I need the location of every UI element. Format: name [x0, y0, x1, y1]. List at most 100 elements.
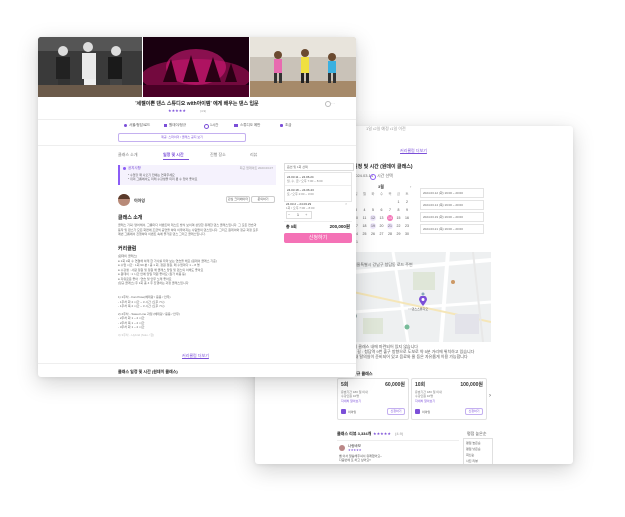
option-time: 토 / 오후 2:00 ~ 3:00	[287, 192, 314, 196]
more-icon[interactable]: ⋯	[331, 101, 335, 106]
intro-body: 클래스 기획: 영어해서, 그룹마다 이벤트와 테스트 방식 보이며 상당한 유…	[118, 223, 274, 237]
tab-intro[interactable]: 클래스 소개	[118, 152, 138, 158]
package-apply-button[interactable]: 신청하기	[387, 408, 405, 415]
schedule-section-title: 일정 및 시간 (원데이 클래스)	[353, 164, 413, 170]
package-more-link[interactable]: 자세히 알아보기	[415, 399, 435, 403]
chip-studio: 스튜디오 에반	[240, 123, 261, 127]
calendar-day[interactable]: 8	[396, 207, 402, 213]
calendar-weekday: 금	[396, 192, 401, 196]
address-line: 서울특별시 강남구 청담동 로드 주변	[353, 262, 413, 267]
intro-line: 클래스 기획: 영어해서, 그룹마다 이벤트와 테스트 방식 보이며 상당한 유…	[118, 223, 257, 227]
package-count: 10회	[415, 382, 426, 388]
package-capacity: 수강인원 10명	[415, 394, 433, 398]
intro-title: 클래스 소개	[118, 215, 143, 221]
calendar-day[interactable]: 29	[396, 231, 402, 237]
map-pin-icon	[419, 296, 427, 306]
calendar-day[interactable]: 13	[379, 215, 385, 221]
chip-type: 원데이/정규	[169, 123, 187, 127]
minus-icon[interactable]: −	[288, 212, 290, 218]
map-pin-label: ○○댄스스튜디오	[408, 307, 429, 311]
tab-schedule[interactable]: 일정 및 시간	[163, 152, 184, 158]
front-page-card: '세젤이쁜 댄스 스튜디오 with아이템' 에게 배우는 댄스 입문 ⋯ ★★…	[38, 37, 356, 377]
package-host: 이아잉	[422, 410, 431, 414]
option-select[interactable]: 옵션 및 1회 선택	[284, 163, 354, 171]
calendar-day[interactable]: 7	[387, 207, 393, 213]
calendar-day[interactable]: 9	[404, 207, 410, 213]
calendar-day[interactable]: 4	[362, 207, 368, 213]
package-card[interactable]: 10회 100,000원 유효기간 180 일 이내 수강인원 10명 자세히 …	[411, 378, 487, 420]
calendar-day[interactable]: 28	[387, 231, 393, 237]
apply-button[interactable]: 신청하기	[284, 233, 352, 243]
curriculum-more-link[interactable]: 커리큘럼 더보기	[400, 148, 427, 153]
calendar-day[interactable]: 22	[396, 223, 402, 229]
calendar-day[interactable]: 30	[404, 231, 410, 237]
tab-place[interactable]: 진행 장소	[210, 152, 226, 158]
package-more-link[interactable]: 자세히 알아보기	[341, 399, 361, 403]
calendar-day[interactable]: 14	[387, 215, 393, 221]
package-count: 5회	[341, 382, 349, 388]
divider	[284, 221, 352, 222]
calendar-day[interactable]: 25	[362, 231, 368, 237]
calendar-weekday: 수	[379, 192, 384, 196]
calendar-weekday: 월	[362, 192, 367, 196]
calendar-day[interactable]: 16	[404, 215, 410, 221]
inquiry-button[interactable]: 문의하기	[251, 196, 275, 203]
calendar-day[interactable]: 1	[396, 199, 402, 205]
calendar-day[interactable]: 2	[404, 199, 410, 205]
calendar-icon	[164, 124, 167, 127]
package-host: 이아잉	[348, 410, 357, 414]
calendar-day[interactable]: 23	[404, 223, 410, 229]
quantity-value: 1	[297, 213, 299, 217]
package-price: 100,000원	[460, 382, 483, 388]
calendar-day[interactable]: 19	[370, 223, 376, 229]
sort-select[interactable]: 평점 높은순	[467, 431, 487, 436]
follow-button[interactable]: 관심 크리에이터	[226, 196, 250, 203]
calendar-day[interactable]: 26	[370, 231, 376, 237]
time-slot[interactable]: 2024.03.21 (목) 19:00 ~ 20:00	[420, 224, 484, 234]
level-icon	[280, 124, 283, 127]
curriculum-title: 커리큘럼	[118, 246, 137, 252]
calendar-month: 3월	[378, 184, 384, 189]
host-avatar[interactable]	[118, 194, 130, 206]
time-slot[interactable]: 2024.03.19 (화) 19:00 ~ 20:00	[420, 212, 484, 222]
time-tab[interactable]: 시간 선택	[377, 173, 393, 178]
remove-icon[interactable]: ×	[345, 201, 347, 206]
calendar-day[interactable]: 20	[379, 223, 385, 229]
quantity-stepper[interactable]: − 1 +	[286, 211, 312, 219]
calendar-day[interactable]: 21	[387, 223, 393, 229]
tab-active-indicator	[163, 159, 189, 160]
time-slot[interactable]: 2024.03.14 (목) 19:00 ~ 20:00	[420, 200, 484, 210]
notice-date: 최근 업데이트 2023.03.07	[239, 166, 273, 170]
bottom-schedule-title: 클래스 일정 및 시간 (원데이 클래스)	[118, 369, 178, 374]
curriculum-more-link[interactable]: 커리큘럼 더보기	[182, 353, 209, 359]
calendar-weekday: 목	[388, 192, 392, 196]
package-card[interactable]: 5회 60,000원 유효기간 180 일 이내 수강인원 10명 자세히 알아…	[337, 378, 409, 420]
selected-time: 1회 / 오후 7:00 ~ 8:00	[286, 206, 315, 210]
calendar-day[interactable]: 18	[362, 223, 368, 229]
calendar-day[interactable]: 12	[370, 215, 376, 221]
calendar: ‹ 3월 › 일월화수목금토12345678910111213141516171…	[353, 184, 413, 244]
notice-line: * 취미 그룹에서도 미래 수강생을 미리 뵙 수 있어 좋아요	[128, 177, 198, 181]
package-apply-button[interactable]: 신청하기	[465, 408, 483, 415]
calendar-day[interactable]: 11	[362, 215, 368, 221]
review-stars: ★★★★★	[373, 431, 391, 436]
total-price: 200,000원	[329, 224, 350, 229]
time-slot[interactable]: 2024.03.12 (화) 19:00 ~ 20:00	[420, 188, 484, 198]
host-name[interactable]: 이아잉	[134, 198, 145, 204]
notice-button[interactable]: 제공: 스파이더 / 클래스 공지 보기	[118, 133, 246, 142]
option-list: 24.03.11 ~ 24.06.24 월, 수, 금 / 오후 7:00 ~ …	[284, 172, 352, 202]
calendar-day[interactable]: 27	[379, 231, 385, 237]
hero-gallery[interactable]	[38, 37, 356, 97]
calendar-day[interactable]: 5	[370, 207, 376, 213]
calendar-day[interactable]: 15	[396, 215, 402, 221]
plus-icon[interactable]: +	[305, 212, 307, 218]
tab-review[interactable]: 리뷰	[250, 152, 257, 158]
sort-option[interactable]: 사진 리뷰	[466, 458, 478, 464]
calendar-next-icon[interactable]: ›	[410, 184, 411, 189]
time-icon	[204, 124, 209, 129]
schedule-detail: 1) 1주차 - Fan Pose(베테랑 / 응용 / 안무) - 1주차 화…	[118, 295, 274, 337]
notice-icon	[123, 167, 126, 170]
calendar-day[interactable]: 6	[379, 207, 385, 213]
review-section-title: 클래스 리뷰 3,334개	[337, 431, 372, 436]
carousel-next-icon[interactable]: ›	[489, 393, 491, 400]
